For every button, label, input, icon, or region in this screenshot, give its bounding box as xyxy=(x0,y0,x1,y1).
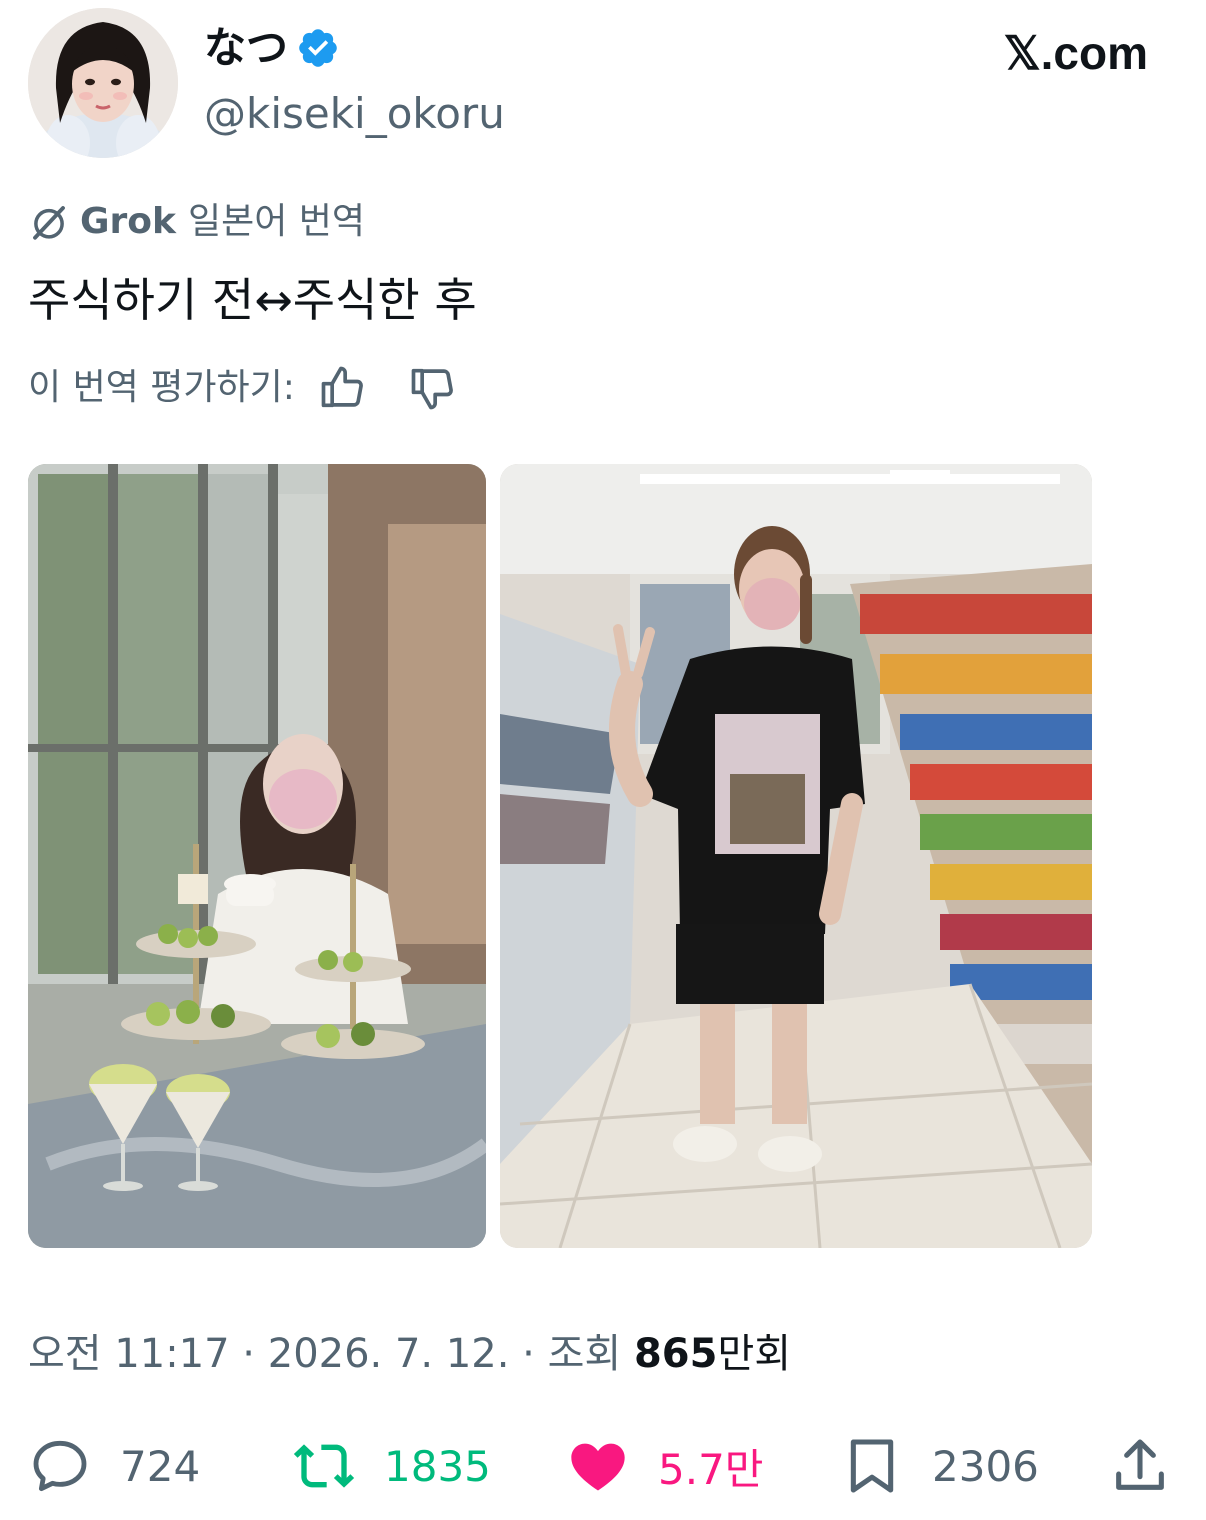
views-count: 865 xyxy=(633,1331,718,1377)
retweet-button[interactable]: 1835 xyxy=(292,1426,491,1506)
grok-brand: Grok xyxy=(80,201,176,242)
avatar[interactable] xyxy=(28,8,178,158)
thumbs-up-icon[interactable] xyxy=(317,362,369,414)
action-bar: 724 1835 5.7만 2306 xyxy=(0,1426,1206,1506)
meta-separator: · xyxy=(509,1331,548,1377)
bookmark-icon xyxy=(850,1439,894,1493)
share-button[interactable] xyxy=(1108,1426,1172,1506)
like-button[interactable]: 5.7만 xyxy=(566,1426,763,1506)
tweet-meta: 오전 11:17 · 2026. 7. 12. · 조회 865만회 xyxy=(28,1326,791,1382)
rate-translation-row: 이 번역 평가하기: xyxy=(28,360,459,416)
thumbs-down-icon[interactable] xyxy=(407,362,459,414)
views-unit: 만회 xyxy=(717,1331,792,1377)
meta-separator: · xyxy=(229,1331,268,1377)
views-label: 조회 xyxy=(547,1331,634,1377)
display-name[interactable]: なつ xyxy=(204,22,340,74)
tweet-page: なつ @kiseki_okoru 𝕏.com Grok 일본어 번역 주식하기 … xyxy=(0,0,1206,1520)
like-count: 5.7만 xyxy=(658,1444,764,1494)
photo-afternoon-tea[interactable] xyxy=(28,464,486,1248)
photo-convenience-store[interactable] xyxy=(500,464,1092,1248)
reply-button[interactable]: 724 xyxy=(28,1426,200,1506)
tweet-time[interactable]: 오전 11:17 xyxy=(28,1331,230,1377)
grok-translation-label: Grok 일본어 번역 xyxy=(28,196,365,248)
heart-icon xyxy=(571,1443,625,1491)
rate-translation-prompt: 이 번역 평가하기: xyxy=(28,367,295,408)
share-icon xyxy=(1116,1439,1164,1490)
grok-icon xyxy=(33,206,65,240)
tweet-date[interactable]: 2026. 7. 12. xyxy=(268,1331,510,1377)
verified-badge-icon xyxy=(299,29,337,67)
tweet-text: 주식하기 전↔주식한 후 xyxy=(28,273,477,327)
retweet-count: 1835 xyxy=(384,1441,491,1491)
retweet-icon xyxy=(293,1444,355,1488)
reply-count: 724 xyxy=(120,1441,201,1491)
bookmark-count: 2306 xyxy=(932,1441,1039,1491)
bookmark-button[interactable]: 2306 xyxy=(840,1426,1039,1506)
user-handle[interactable]: @kiseki_okoru xyxy=(204,86,505,142)
translation-source-label: 일본어 번역 xyxy=(187,201,366,242)
reply-icon xyxy=(33,1440,87,1492)
display-name-text: なつ xyxy=(204,23,289,72)
site-logo: 𝕏.com xyxy=(1003,27,1148,79)
